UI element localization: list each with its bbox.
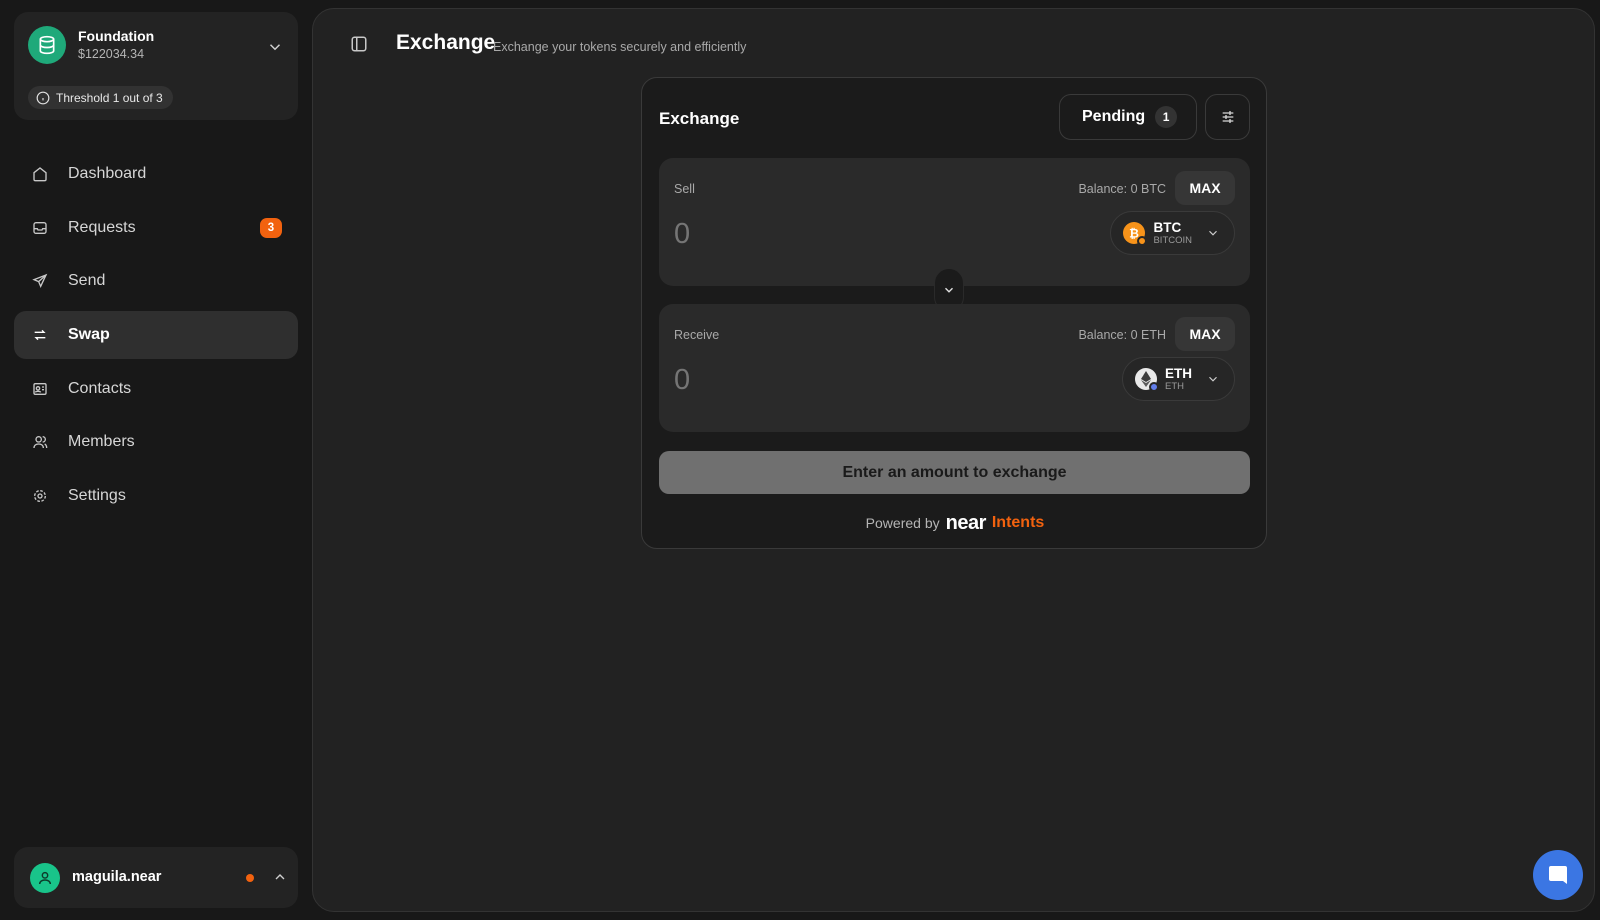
sidebar-item-send[interactable]: Send (14, 257, 298, 305)
sidebar-toggle-icon[interactable] (350, 35, 368, 53)
slippage-settings-button[interactable] (1205, 94, 1250, 140)
sidebar-item-requests[interactable]: Requests 3 (14, 204, 298, 252)
network-badge-icon (1149, 382, 1159, 392)
sell-token-symbol: BTC (1153, 219, 1182, 235)
info-icon (36, 91, 50, 105)
powered-by-label: Powered by (865, 515, 940, 531)
sell-max-button[interactable]: MAX (1175, 171, 1235, 205)
sell-token-name: BITCOIN (1153, 235, 1192, 246)
sidebar-item-label: Dashboard (68, 165, 147, 182)
ethereum-icon (1135, 368, 1159, 392)
status-dot (246, 874, 254, 882)
sidebar-item-label: Requests (68, 218, 136, 236)
receive-token-symbol: ETH (1165, 365, 1192, 381)
main-navigation: Dashboard Requests 3 Send Swap Contacts … (14, 150, 298, 526)
sidebar-item-settings[interactable]: Settings (14, 472, 298, 520)
powered-by-footer: Powered by near Intents (642, 508, 1268, 538)
pending-count-badge: 1 (1155, 106, 1178, 128)
sell-amount-input[interactable] (674, 216, 1054, 252)
pending-button[interactable]: Pending 1 (1059, 94, 1197, 140)
receive-amount-input[interactable] (674, 362, 1054, 398)
user-name: maguila.near (72, 869, 162, 885)
requests-count-badge: 3 (260, 217, 282, 238)
user-avatar-icon (30, 863, 60, 893)
sidebar-item-label: Settings (68, 487, 126, 505)
receive-token-selector[interactable]: ETH ETH (1122, 357, 1235, 401)
sidebar-item-label: Swap (68, 326, 110, 344)
sidebar-item-label: Members (68, 433, 135, 451)
sidebar-item-dashboard[interactable]: Dashboard (14, 150, 298, 198)
receive-balance: Balance: 0 ETH (1078, 328, 1166, 342)
contacts-icon (32, 381, 48, 397)
main-content: Exchange Exchange your tokens securely a… (312, 8, 1595, 912)
account-balance: $122034.34 (78, 47, 145, 61)
network-badge-icon (1137, 236, 1148, 246)
intents-logo: Intents (991, 514, 1045, 531)
chevron-up-icon[interactable] (272, 869, 288, 885)
account-name: Foundation (78, 28, 155, 44)
sell-balance: Balance: 0 BTC (1078, 182, 1166, 196)
sidebar-item-label: Contacts (68, 379, 132, 397)
home-icon (32, 166, 48, 182)
receive-label: Receive (674, 328, 720, 342)
chat-icon (1546, 863, 1570, 887)
sell-label: Sell (674, 182, 695, 196)
account-switcher[interactable]: Foundation $122034.34 Threshold 1 out of… (14, 12, 298, 120)
swap-icon (32, 327, 48, 343)
database-icon (28, 26, 66, 64)
threshold-badge: Threshold 1 out of 3 (28, 86, 173, 109)
pending-label: Pending (1082, 108, 1146, 125)
receive-max-button[interactable]: MAX (1175, 317, 1235, 351)
inbox-icon (32, 220, 48, 236)
receive-panel: Receive Balance: 0 ETH MAX ETH ETH (659, 304, 1250, 432)
chevron-down-icon (942, 283, 956, 297)
sidebar-item-members[interactable]: Members (14, 418, 298, 466)
page-subtitle: Exchange your tokens securely and effici… (493, 40, 747, 54)
chevron-down-icon (1206, 226, 1220, 240)
chevron-down-icon (1206, 372, 1220, 386)
exchange-card: Exchange Pending 1 Sell Balance: 0 BTC M… (641, 77, 1267, 549)
sell-token-selector[interactable]: ₿ BTC BITCOIN (1110, 211, 1235, 255)
bitcoin-icon: ₿ (1123, 222, 1148, 246)
near-logo: near (945, 511, 987, 534)
sidebar: Foundation $122034.34 Threshold 1 out of… (0, 0, 312, 920)
user-menu[interactable]: maguila.near (14, 847, 298, 908)
send-icon (32, 273, 48, 289)
page-title: Exchange (396, 31, 496, 54)
exchange-submit-button[interactable]: Enter an amount to exchange (659, 451, 1250, 494)
threshold-text: Threshold 1 out of 3 (56, 90, 163, 105)
members-icon (32, 434, 48, 450)
sidebar-item-swap[interactable]: Swap (14, 311, 298, 360)
support-chat-button[interactable] (1533, 850, 1583, 900)
receive-token-name: ETH (1165, 381, 1184, 392)
sidebar-item-label: Send (68, 272, 106, 290)
chevron-down-icon[interactable] (266, 38, 284, 56)
sell-panel: Sell Balance: 0 BTC MAX ₿ BTC BITCOIN (659, 158, 1250, 286)
sliders-icon (1220, 109, 1236, 125)
sidebar-item-contacts[interactable]: Contacts (14, 365, 298, 413)
exchange-card-title: Exchange (659, 109, 740, 128)
settings-icon (32, 488, 48, 504)
